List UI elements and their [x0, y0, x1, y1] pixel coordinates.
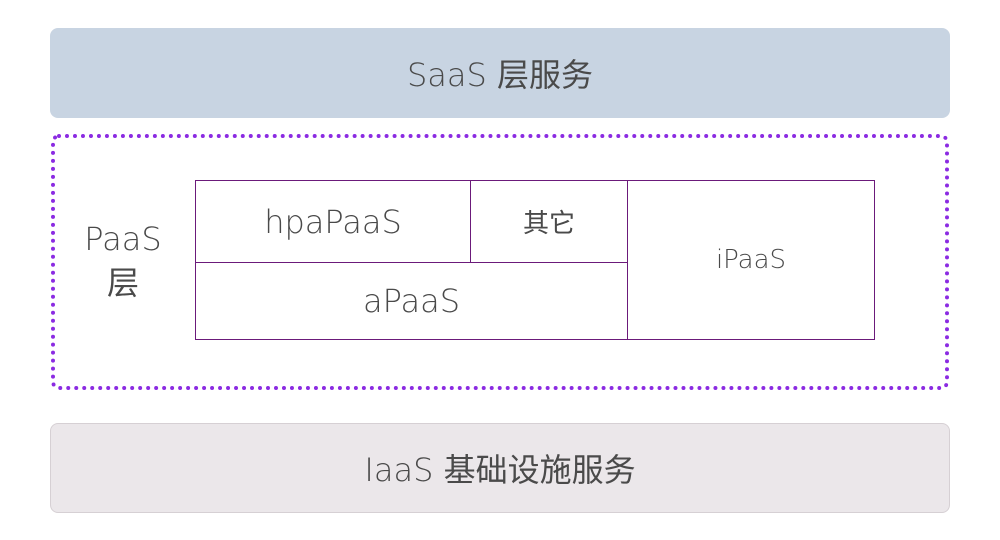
ipaas-label: iPaaS: [715, 245, 787, 275]
hpapaas-cell: hpaPaaS: [195, 180, 471, 263]
other-cell: 其它: [470, 180, 628, 263]
saas-layer: SaaS 层服务: [50, 28, 950, 118]
saas-layer-label: SaaS 层服务: [406, 56, 594, 94]
iaas-layer-label: IaaS 基础设施服务: [364, 451, 636, 489]
paas-label-line1: PaaS: [84, 220, 162, 258]
hpapaas-label: hpaPaaS: [264, 202, 402, 241]
ipaas-cell: iPaaS: [627, 180, 875, 340]
paas-components-grid: hpaPaaS 其它 aPaaS iPaaS: [195, 180, 875, 340]
paas-layer-label: PaaS 层: [70, 217, 176, 305]
other-label: 其它: [522, 209, 575, 239]
paas-label-line2: 层: [106, 264, 139, 302]
apaas-label: aPaaS: [363, 282, 460, 320]
apaas-cell: aPaaS: [195, 262, 628, 340]
iaas-layer: IaaS 基础设施服务: [50, 423, 950, 513]
